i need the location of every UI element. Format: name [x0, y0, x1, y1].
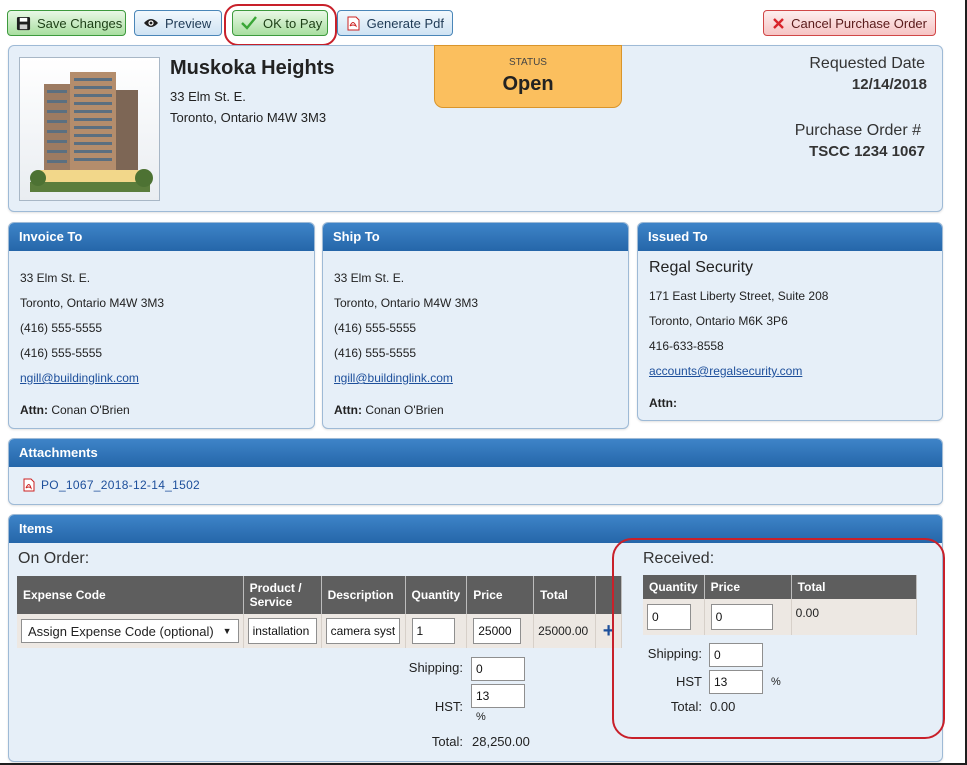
- attachment-item[interactable]: PO_1067_2018-12-14_1502: [21, 477, 200, 493]
- generate-pdf-button[interactable]: Generate Pdf: [337, 10, 453, 36]
- ship-to-line1: 33 Elm St. E.: [334, 271, 405, 285]
- hst-percent-sign: %: [476, 711, 486, 723]
- row-total-value: 25000.00: [538, 624, 589, 638]
- pdf-file-icon: [21, 477, 37, 493]
- expense-code-selected: Assign Expense Code (optional): [28, 623, 214, 639]
- price-cell: [466, 614, 535, 648]
- price-input[interactable]: [473, 618, 522, 644]
- product-input[interactable]: [247, 618, 317, 644]
- attachment-file-link[interactable]: PO_1067_2018-12-14_1502: [41, 478, 200, 492]
- attachments-title: Attachments: [9, 439, 942, 467]
- building-photo: [19, 57, 160, 201]
- issued-to-attn-label: Attn:: [649, 396, 677, 410]
- preview-button[interactable]: Preview: [134, 10, 222, 36]
- po-number-label: Purchase Order #: [794, 122, 921, 139]
- ship-to-phone2: (416) 555-5555: [334, 346, 417, 360]
- cancel-purchase-order-button[interactable]: Cancel Purchase Order: [763, 10, 936, 36]
- issued-to-line2: Toronto, Ontario M6K 3P6: [649, 314, 788, 328]
- on-order-table: Expense Code Product / Service Descripti…: [17, 576, 622, 648]
- quantity-cell: [405, 614, 468, 648]
- on-order-header-row: Expense Code Product / Service Descripti…: [17, 576, 622, 614]
- requested-date-label: Requested Date: [809, 55, 925, 72]
- order-total-value: 28,250.00: [472, 734, 530, 749]
- row-total-cell: 25000.00: [533, 614, 597, 648]
- po-number-value: TSCC 1234 1067: [809, 143, 925, 160]
- invoice-to-line1: 33 Elm St. E.: [20, 271, 91, 285]
- generate-pdf-label: Generate Pdf: [366, 15, 444, 31]
- shipping-input[interactable]: [471, 657, 525, 681]
- hst-label: HST:: [434, 699, 463, 714]
- save-changes-button[interactable]: Save Changes: [7, 10, 126, 36]
- eye-icon: [143, 15, 159, 31]
- invoice-to-title: Invoice To: [9, 223, 314, 251]
- cancel-purchase-order-label: Cancel Purchase Order: [791, 15, 927, 31]
- col-description: Description: [321, 576, 406, 614]
- on-order-label: On Order:: [18, 550, 90, 567]
- product-cell: [243, 614, 322, 648]
- status-badge: STATUS Open: [434, 45, 622, 108]
- shipping-label: Shipping:: [408, 660, 463, 675]
- ship-to-email-link[interactable]: ngill@buildinglink.com: [334, 371, 453, 385]
- dropdown-caret-icon: ▼: [222, 626, 232, 636]
- pdf-icon: [346, 15, 361, 31]
- save-changes-label: Save Changes: [37, 15, 123, 31]
- ok-to-pay-highlight: [224, 4, 337, 46]
- status-value: Open: [502, 73, 554, 95]
- quantity-input[interactable]: [411, 618, 455, 644]
- status-caption: STATUS: [509, 57, 547, 68]
- ship-to-attn-name: Conan O'Brien: [365, 403, 444, 417]
- building-address-line2: Toronto, Ontario M4W 3M3: [170, 110, 327, 125]
- issued-to-line1: 171 East Liberty Street, Suite 208: [649, 289, 829, 303]
- invoice-to-phone2: (416) 555-5555: [20, 346, 103, 360]
- ship-to-panel: Ship To 33 Elm St. E. Toronto, Ontario M…: [322, 222, 629, 429]
- invoice-to-attn-label: Attn:: [20, 403, 48, 417]
- ship-to-line2: Toronto, Ontario M4W 3M3: [334, 296, 479, 310]
- total-label: Total:: [431, 734, 463, 749]
- on-order-row: Assign Expense Code (optional) ▼ 25000.0…: [17, 614, 622, 648]
- description-input[interactable]: [325, 618, 400, 644]
- col-product-service: Product / Service: [243, 576, 322, 614]
- ship-to-attn: Attn: Conan O'Brien: [334, 403, 444, 417]
- floppy-disk-icon: [16, 15, 31, 31]
- ship-to-phone1: (416) 555-5555: [334, 321, 417, 335]
- preview-label: Preview: [165, 15, 212, 31]
- invoice-to-panel: Invoice To 33 Elm St. E. Toronto, Ontari…: [8, 222, 315, 429]
- issued-to-phone: 416-633-8558: [649, 339, 724, 353]
- invoice-to-phone1: (416) 555-5555: [20, 321, 103, 335]
- expense-code-select[interactable]: Assign Expense Code (optional) ▼: [21, 619, 239, 643]
- invoice-to-attn-name: Conan O'Brien: [51, 403, 130, 417]
- col-price: Price: [466, 576, 535, 614]
- issued-to-panel: Issued To Regal Security 171 East Libert…: [637, 222, 943, 421]
- col-quantity: Quantity: [405, 576, 468, 614]
- issued-to-title: Issued To: [638, 223, 942, 251]
- hst-input[interactable]: [471, 684, 525, 708]
- invoice-to-email-link[interactable]: ngill@buildinglink.com: [20, 371, 139, 385]
- building-address-line1: 33 Elm St. E.: [170, 89, 246, 104]
- description-cell: [321, 614, 406, 648]
- building-name: Muskoka Heights: [170, 57, 335, 79]
- x-icon: [772, 15, 785, 31]
- received-highlight: [612, 538, 945, 739]
- col-total: Total: [533, 576, 597, 614]
- issued-to-email-link[interactable]: accounts@regalsecurity.com: [649, 364, 802, 378]
- col-expense-code: Expense Code: [17, 576, 244, 614]
- invoice-to-attn: Attn: Conan O'Brien: [20, 403, 130, 417]
- expense-code-cell: Assign Expense Code (optional) ▼: [17, 614, 244, 648]
- invoice-to-line2: Toronto, Ontario M4W 3M3: [20, 296, 165, 310]
- ship-to-attn-label: Attn:: [334, 403, 362, 417]
- issued-to-company: Regal Security: [649, 259, 754, 276]
- requested-date-value: 12/14/2018: [851, 76, 927, 93]
- attachments-panel: Attachments PO_1067_2018-12-14_1502: [8, 438, 943, 505]
- ship-to-title: Ship To: [323, 223, 628, 251]
